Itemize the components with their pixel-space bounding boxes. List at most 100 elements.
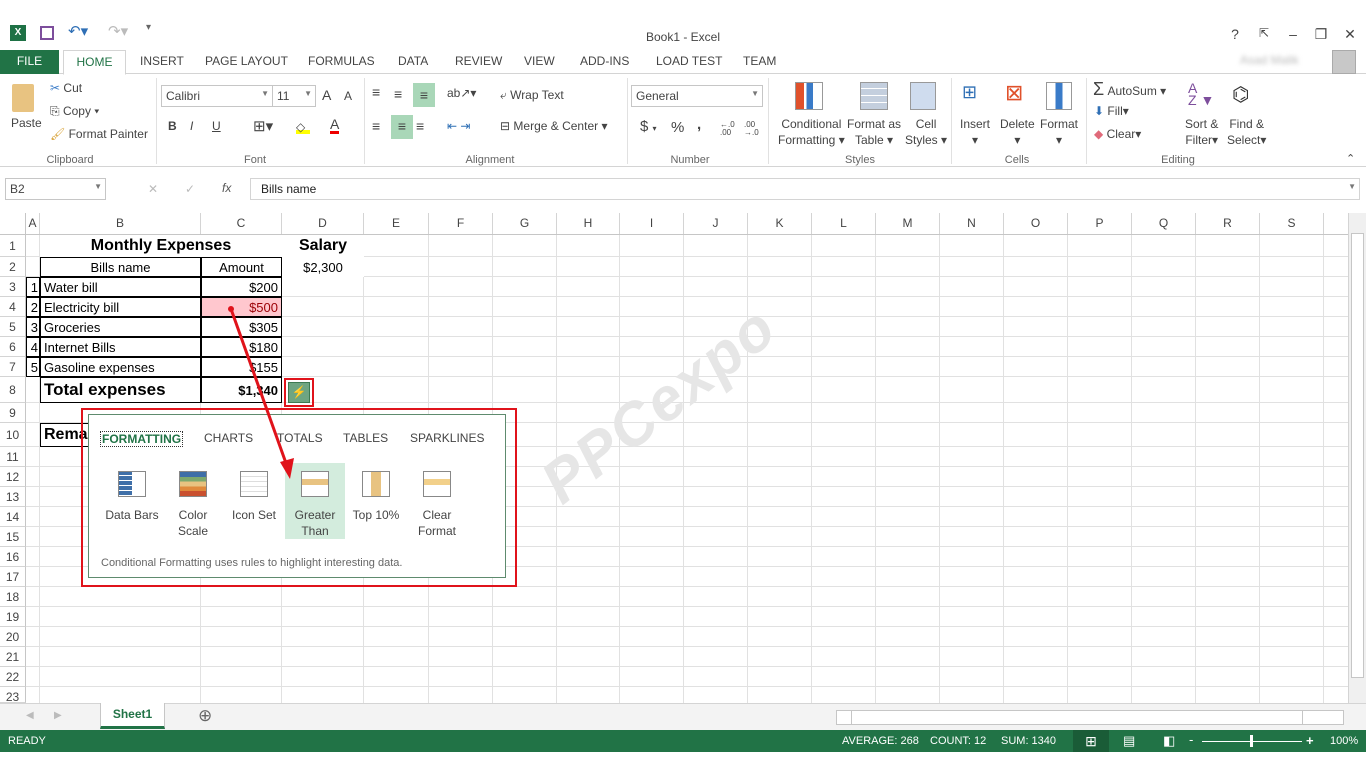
row-header-5[interactable]: 5 xyxy=(0,317,26,337)
scroll-sheets-right-icon[interactable]: ▶ xyxy=(54,710,62,721)
column-header-k[interactable]: K xyxy=(748,213,812,234)
column-header-j[interactable]: J xyxy=(684,213,748,234)
column-headers: ABCDEFGHIJKLMNOPQRS xyxy=(0,213,1348,235)
sheet-tab-sheet1[interactable]: Sheet1 xyxy=(100,703,165,729)
row-header-9[interactable]: 9 xyxy=(0,403,26,423)
row-header-16[interactable]: 16 xyxy=(0,547,26,567)
qa-tab-tables[interactable]: TABLES xyxy=(343,431,388,445)
cell-c8-total-value[interactable]: $1,340 xyxy=(201,377,282,403)
column-header-l[interactable]: L xyxy=(812,213,876,234)
cell-item-amount[interactable]: $155 xyxy=(201,357,282,377)
gridline xyxy=(1067,235,1068,703)
cell-c2-header[interactable]: Amount xyxy=(201,257,282,277)
row-header-7[interactable]: 7 xyxy=(0,357,26,377)
cell-text: 3 xyxy=(30,319,38,335)
column-header-q[interactable]: Q xyxy=(1132,213,1196,234)
scroll-sheets-left-icon[interactable]: ◀ xyxy=(26,710,34,721)
column-header-i[interactable]: I xyxy=(620,213,684,234)
new-sheet-button[interactable]: ⊕ xyxy=(198,706,212,726)
vertical-scrollbar[interactable] xyxy=(1348,213,1366,703)
column-header-o[interactable]: O xyxy=(1004,213,1068,234)
cell-item-amount[interactable]: $305 xyxy=(201,317,282,337)
cell-item-amount[interactable]: $200 xyxy=(201,277,282,297)
row-header-12[interactable]: 12 xyxy=(0,467,26,487)
row-header-14[interactable]: 14 xyxy=(0,507,26,527)
row-header-8[interactable]: 8 xyxy=(0,377,26,403)
status-average[interactable]: AVERAGE: 268 xyxy=(842,735,919,747)
quick-analysis-button[interactable]: ⚡ xyxy=(288,382,310,403)
cell-item-number[interactable]: 4 xyxy=(26,337,40,357)
row-header-4[interactable]: 4 xyxy=(0,297,26,317)
cell-item-amount[interactable]: $500 xyxy=(201,297,282,317)
qa-tab-sparklines[interactable]: SPARKLINES xyxy=(410,431,484,445)
row-header-23[interactable]: 23 xyxy=(0,687,26,703)
cell-item-name[interactable]: Internet Bills xyxy=(40,337,201,357)
zoom-in-button[interactable]: + xyxy=(1306,733,1314,748)
cell-item-number[interactable]: 3 xyxy=(26,317,40,337)
cell-item-number[interactable]: 2 xyxy=(26,297,40,317)
qa-item-clear-format[interactable]: Clear Format xyxy=(407,463,467,539)
row-header-22[interactable]: 22 xyxy=(0,667,26,687)
column-header-s[interactable]: S xyxy=(1260,213,1324,234)
column-header-g[interactable]: G xyxy=(493,213,557,234)
cell-item-amount[interactable]: $180 xyxy=(201,337,282,357)
cell-text: $305 xyxy=(249,319,278,335)
cell-item-number[interactable]: 1 xyxy=(26,277,40,297)
cell-item-name[interactable]: Electricity bill xyxy=(40,297,201,317)
zoom-slider-thumb[interactable] xyxy=(1250,735,1253,747)
qa-item-color-scale[interactable]: Color Scale xyxy=(163,463,223,539)
horizontal-scroll-thumb[interactable] xyxy=(851,711,1303,724)
status-count[interactable]: COUNT: 12 xyxy=(930,735,986,747)
select-all-corner[interactable] xyxy=(0,213,26,234)
cell-item-number[interactable]: 5 xyxy=(26,357,40,377)
cell-b1-title[interactable]: Monthly Expenses xyxy=(40,235,282,257)
column-header-p[interactable]: P xyxy=(1068,213,1132,234)
row-header-19[interactable]: 19 xyxy=(0,607,26,627)
column-header-b[interactable]: B xyxy=(40,213,201,234)
row-header-17[interactable]: 17 xyxy=(0,567,26,587)
column-header-c[interactable]: C xyxy=(201,213,282,234)
qa-tab-totals[interactable]: TOTALS xyxy=(277,431,323,445)
cell-item-name[interactable]: Water bill xyxy=(40,277,201,297)
row-header-10[interactable]: 10 xyxy=(0,423,26,447)
cell-b2-header[interactable]: Bills name xyxy=(40,257,201,277)
qa-item-data-bars[interactable]: Data Bars xyxy=(102,463,162,539)
page-layout-view-icon[interactable]: ▤ xyxy=(1123,733,1135,749)
column-header-r[interactable]: R xyxy=(1196,213,1260,234)
data-bars-icon xyxy=(118,471,146,497)
qa-item-greater-than[interactable]: Greater Than xyxy=(285,463,345,539)
row-header-3[interactable]: 3 xyxy=(0,277,26,297)
vertical-scroll-thumb[interactable] xyxy=(1351,233,1364,678)
row-header-1[interactable]: 1 xyxy=(0,235,26,257)
row-header-6[interactable]: 6 xyxy=(0,337,26,357)
qa-tab-formatting[interactable]: FORMATTING xyxy=(100,431,184,447)
column-header-f[interactable]: F xyxy=(429,213,493,234)
row-header-2[interactable]: 2 xyxy=(0,257,26,277)
row-header-11[interactable]: 11 xyxy=(0,447,26,467)
zoom-level[interactable]: 100% xyxy=(1330,735,1358,747)
cell-d1-salary-label[interactable]: Salary xyxy=(282,235,364,257)
status-sum[interactable]: SUM: 1340 xyxy=(1001,735,1056,747)
qa-tab-charts[interactable]: CHARTS xyxy=(204,431,253,445)
column-header-a[interactable]: A xyxy=(26,213,40,234)
cell-b8-total-label[interactable]: Total expenses xyxy=(40,377,201,403)
cell-item-name[interactable]: Groceries xyxy=(40,317,201,337)
row-header-18[interactable]: 18 xyxy=(0,587,26,607)
cell-item-name[interactable]: Gasoline expenses xyxy=(40,357,201,377)
row-header-21[interactable]: 21 xyxy=(0,647,26,667)
qa-item-icon-set[interactable]: Icon Set xyxy=(224,463,284,539)
normal-view-icon[interactable]: ⊞ xyxy=(1073,730,1109,752)
row-header-15[interactable]: 15 xyxy=(0,527,26,547)
zoom-out-button[interactable]: - xyxy=(1189,732,1193,747)
row-header-20[interactable]: 20 xyxy=(0,627,26,647)
page-break-view-icon[interactable]: ◧ xyxy=(1163,733,1175,749)
column-header-n[interactable]: N xyxy=(940,213,1004,234)
cell-d2-salary[interactable]: $2,300 xyxy=(282,257,364,277)
column-header-e[interactable]: E xyxy=(364,213,429,234)
row-header-13[interactable]: 13 xyxy=(0,487,26,507)
column-header-h[interactable]: H xyxy=(557,213,620,234)
qa-item-top-10[interactable]: Top 10% xyxy=(346,463,406,539)
column-header-d[interactable]: D xyxy=(282,213,364,234)
column-header-m[interactable]: M xyxy=(876,213,940,234)
horizontal-scrollbar[interactable] xyxy=(836,710,1344,725)
